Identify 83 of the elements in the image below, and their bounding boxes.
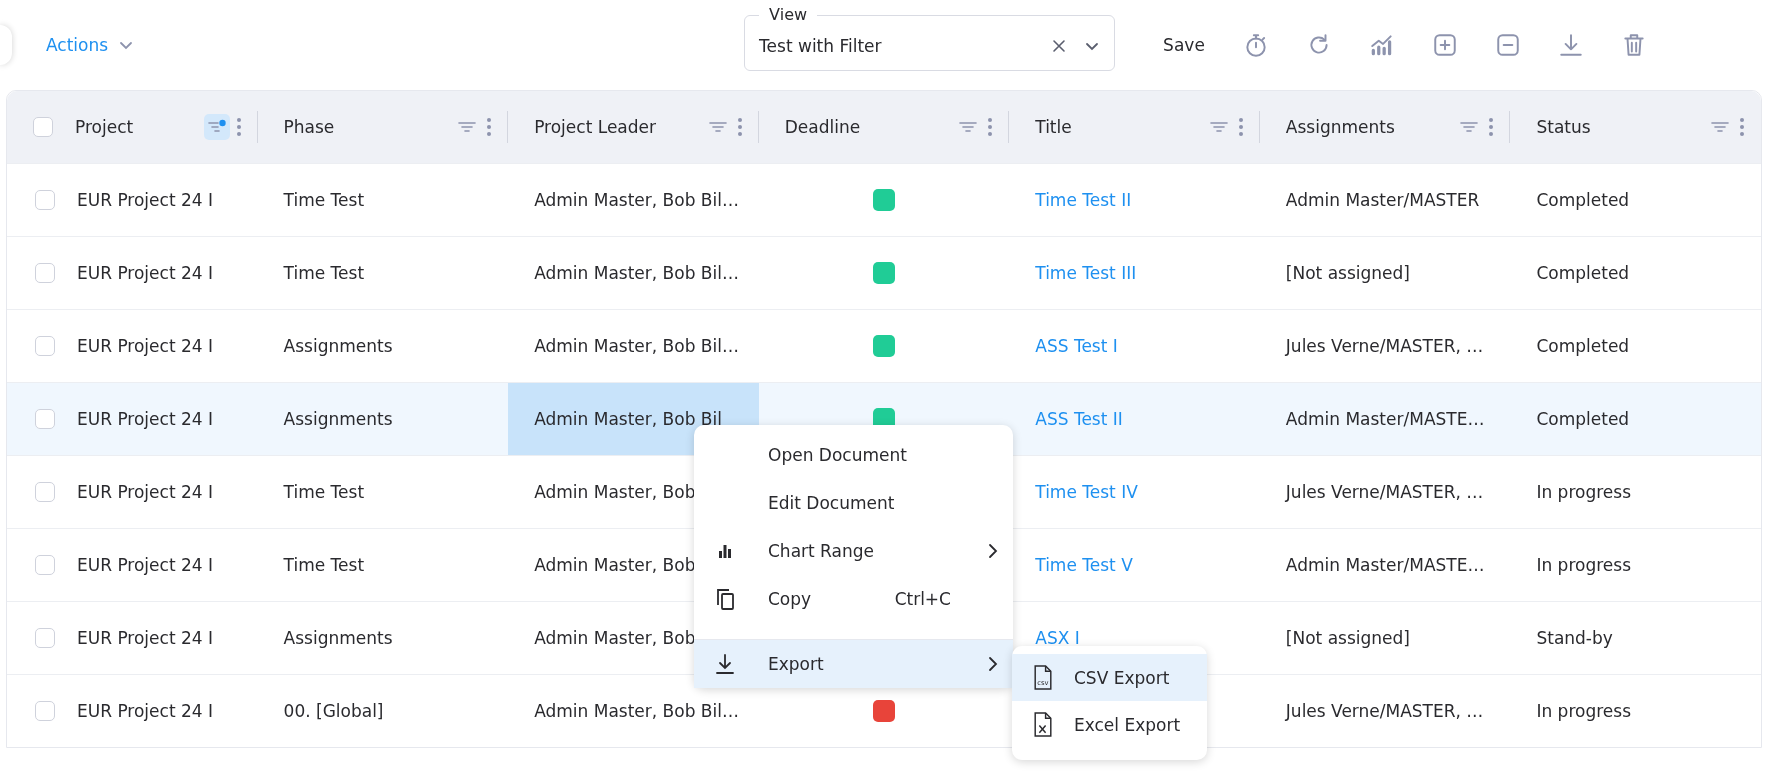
more-icon[interactable]: [235, 117, 242, 137]
table-cell: Jules Verne/MASTER, …: [1285, 336, 1484, 356]
table-cell: [Not assigned]: [1285, 263, 1410, 283]
table-cell: Assignments: [283, 409, 393, 429]
more-icon[interactable]: [1237, 117, 1244, 137]
table-cell: EUR Project 24 I: [77, 701, 214, 721]
more-icon[interactable]: [736, 117, 743, 137]
table-cell: Admin Master, Bob: [534, 628, 696, 648]
row-checkbox[interactable]: [35, 628, 55, 648]
download-icon[interactable]: [1557, 32, 1584, 58]
bar-chart-icon: [718, 544, 732, 558]
table-cell: Admin Master, Bob: [534, 482, 696, 502]
table-cell: Assignments: [283, 628, 393, 648]
table-cell: In progress: [1536, 482, 1631, 502]
table-cell: Jules Verne/MASTER, …: [1285, 701, 1484, 721]
save-button[interactable]: Save: [1155, 29, 1213, 61]
column-header[interactable]: Phase: [283, 117, 335, 137]
table-cell: Admin Master, Bob Bil…: [534, 701, 739, 721]
table-cell: Completed: [1536, 336, 1630, 356]
table-cell: In progress: [1536, 701, 1631, 721]
focused-cell[interactable]: Admin Master, Bob Bil: [508, 383, 759, 455]
row-checkbox[interactable]: [35, 336, 55, 356]
view-select[interactable]: View Test with Filter: [744, 5, 1116, 71]
table-cell: Admin Master/MASTER: [1285, 190, 1480, 210]
column-header[interactable]: Deadline: [784, 117, 861, 137]
column-header[interactable]: Assignments: [1285, 117, 1395, 137]
table-cell: Time Test: [283, 555, 365, 575]
table-cell: EUR Project 24 I: [77, 482, 214, 502]
table-cell: Admin Master/MASTE…: [1285, 409, 1485, 429]
table-cell: Time Test: [283, 263, 365, 283]
table-cell: 00. [Global]: [283, 701, 384, 721]
table-cell: Admin Master, Bob Bil…: [534, 190, 739, 210]
column-header[interactable]: Project: [75, 117, 134, 137]
table-cell: In progress: [1536, 555, 1631, 575]
more-icon[interactable]: [1488, 117, 1495, 137]
table-cell: EUR Project 24 I: [77, 628, 214, 648]
table-cell: EUR Project 24 I: [77, 555, 214, 575]
select-all-checkbox[interactable]: [33, 117, 53, 137]
table-cell: EUR Project 24 I: [77, 190, 214, 210]
row-checkbox[interactable]: [35, 190, 55, 210]
table-cell: EUR Project 24 I: [77, 263, 214, 283]
menu-item[interactable]: Edit Document: [694, 479, 1013, 527]
table-cell: Admin Master, Bob Bil…: [534, 336, 739, 356]
clear-icon[interactable]: [1052, 38, 1067, 53]
download-icon: [715, 653, 735, 675]
table-row[interactable]: EUR Project 24 I Time Test Admin Master, Bob Bil… Time Test II Admin Master/MASTER Completed: [7, 163, 1761, 236]
excel-file-icon: [1032, 711, 1054, 738]
more-icon[interactable]: [486, 117, 493, 137]
filter-icon[interactable]: [203, 114, 230, 140]
row-checkbox[interactable]: [35, 409, 55, 429]
menu-item[interactable]: Excel Export: [1012, 701, 1207, 748]
copy-icon: [715, 588, 735, 610]
table-cell: Stand-by: [1536, 628, 1613, 648]
remove-icon[interactable]: [1494, 32, 1521, 58]
table-cell: Time Test: [283, 190, 365, 210]
table-row[interactable]: EUR Project 24 I Time Test Admin Master, Bob Bil… Time Test III [Not assigned] Completed: [7, 236, 1761, 309]
row-checkbox[interactable]: [35, 701, 55, 721]
table-cell: Completed: [1536, 263, 1630, 283]
more-icon[interactable]: [1739, 117, 1745, 137]
table-cell: [Not assigned]: [1285, 628, 1410, 648]
table-cell: Time Test: [283, 482, 365, 502]
column-header[interactable]: Status: [1536, 117, 1591, 137]
table-cell: Admin Master/MASTE…: [1285, 555, 1485, 575]
table-cell: EUR Project 24 I: [77, 336, 214, 356]
menu-item[interactable]: Copy Ctrl+C: [694, 575, 1013, 623]
row-checkbox[interactable]: [35, 263, 55, 283]
table-cell: Completed: [1536, 409, 1630, 429]
row-checkbox[interactable]: [35, 482, 55, 502]
menu-item[interactable]: Export: [694, 640, 1013, 688]
table-cell: EUR Project 24 I: [77, 409, 214, 429]
table-cell: Admin Master, Bob Bil…: [534, 263, 739, 283]
table-cell: Jules Verne/MASTER, …: [1285, 482, 1484, 502]
column-header[interactable]: Project Leader: [534, 117, 656, 137]
more-icon[interactable]: [987, 117, 994, 137]
table-cell: Admin Master, Bob: [534, 555, 696, 575]
table-cell: Assignments: [283, 336, 393, 356]
row-checkbox[interactable]: [35, 555, 55, 575]
add-icon[interactable]: [1431, 32, 1458, 58]
column-header[interactable]: Title: [1035, 117, 1072, 137]
bar-chart-icon[interactable]: [1368, 32, 1395, 58]
field-label: View: [768, 5, 809, 25]
table-cell: Completed: [1536, 190, 1630, 210]
menu-item[interactable]: Chart Range: [694, 527, 1013, 575]
